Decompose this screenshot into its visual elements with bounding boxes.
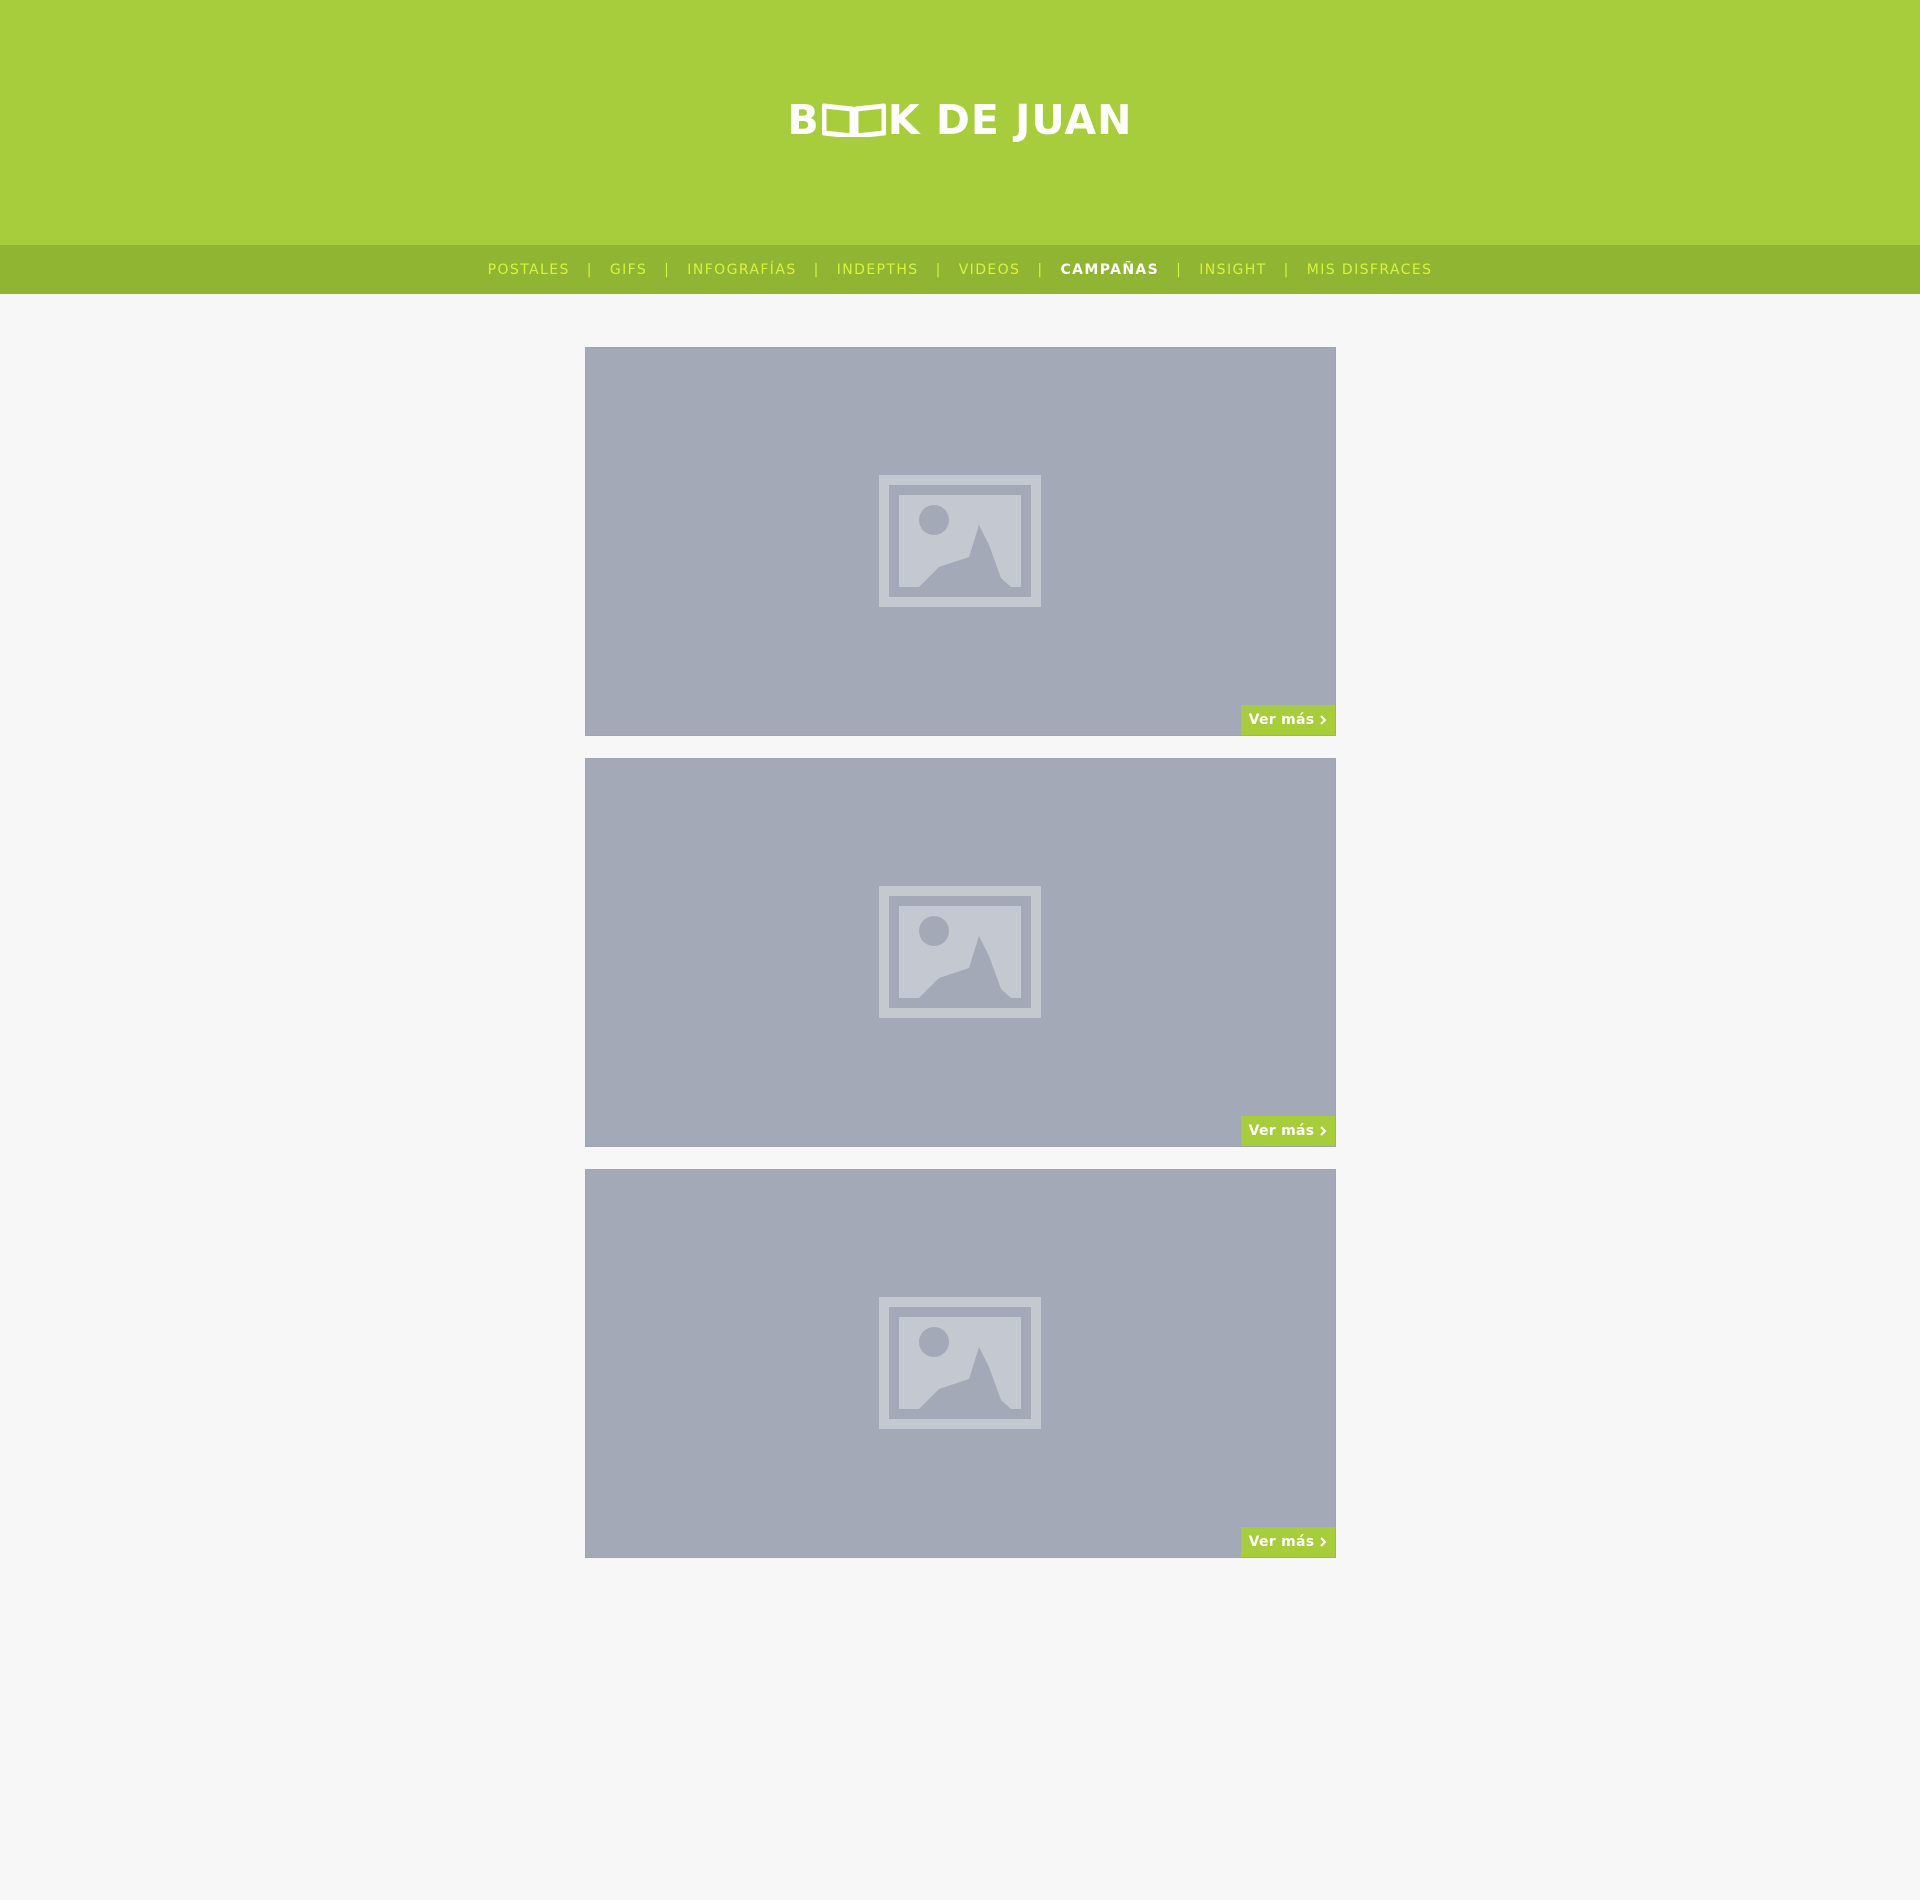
ver-mas-button[interactable]: Ver más — [1241, 1116, 1335, 1146]
nav-separator: | — [1283, 261, 1290, 278]
chevron-right-icon — [1320, 715, 1327, 725]
nav-separator: | — [664, 261, 671, 278]
nav-item-postales[interactable]: POSTALES — [488, 262, 570, 278]
nav-item-infografias[interactable]: INFOGRAFÍAS — [687, 262, 796, 278]
nav-item-videos[interactable]: VIDEOS — [959, 262, 1021, 278]
chevron-right-icon — [1320, 1537, 1327, 1547]
nav-item-campanas[interactable]: CAMPAÑAS — [1060, 262, 1159, 278]
image-placeholder-icon — [879, 475, 1041, 607]
nav-item-indepths[interactable]: INDEPTHS — [837, 262, 919, 278]
site-logo[interactable]: B K DE JUAN — [0, 95, 1920, 145]
nav-separator: | — [935, 261, 942, 278]
nav-list: POSTALES | GIFS | INFOGRAFÍAS | INDEPTHS… — [488, 262, 1433, 278]
image-placeholder-icon — [879, 886, 1041, 1018]
campaign-card[interactable]: Ver más — [585, 1169, 1336, 1558]
nav-item-mis-disfraces[interactable]: MIS DISFRACES — [1307, 262, 1433, 278]
nav-separator: | — [813, 261, 820, 278]
site-header: B K DE JUAN — [0, 0, 1920, 245]
ver-mas-button[interactable]: Ver más — [1241, 705, 1335, 735]
nav-item-insight[interactable]: INSIGHT — [1199, 262, 1266, 278]
main-nav: POSTALES | GIFS | INFOGRAFÍAS | INDEPTHS… — [0, 245, 1920, 294]
ver-mas-label: Ver más — [1248, 712, 1315, 728]
campaign-card[interactable]: Ver más — [585, 758, 1336, 1147]
nav-separator: | — [586, 261, 593, 278]
logo-wordmark: B K DE JUAN — [788, 96, 1133, 144]
chevron-right-icon — [1320, 1126, 1327, 1136]
logo-text-end: K DE JUAN — [887, 96, 1133, 144]
ver-mas-button[interactable]: Ver más — [1241, 1527, 1335, 1557]
nav-separator: | — [1037, 261, 1044, 278]
ver-mas-label: Ver más — [1248, 1534, 1315, 1550]
nav-separator: | — [1176, 261, 1183, 278]
campaign-list: Ver más Ver más Ver más — [585, 347, 1336, 1580]
image-placeholder-icon — [879, 1297, 1041, 1429]
campaign-card[interactable]: Ver más — [585, 347, 1336, 736]
nav-item-gifs[interactable]: GIFS — [610, 262, 647, 278]
open-book-icon — [821, 103, 886, 137]
logo-text-start: B — [787, 96, 820, 144]
ver-mas-label: Ver más — [1248, 1123, 1315, 1139]
